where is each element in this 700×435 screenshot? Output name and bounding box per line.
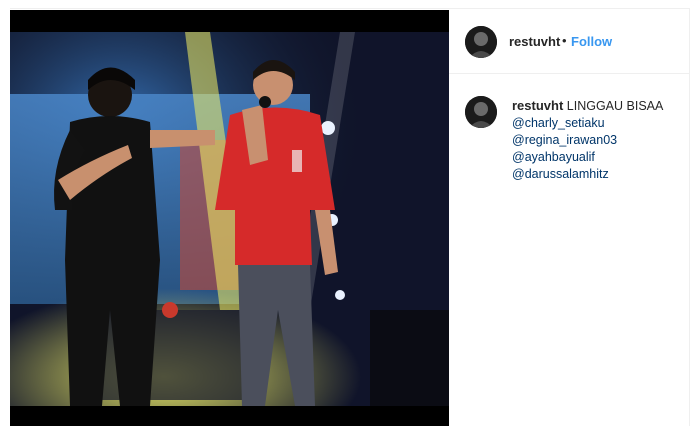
- mention-link[interactable]: @regina_irawan03: [512, 132, 682, 149]
- mention-link[interactable]: @charly_setiaku: [512, 115, 682, 132]
- frame-border-top: [10, 8, 690, 9]
- caption-text: restuvht LINGGAU BISAA @charly_setiaku @…: [512, 97, 682, 183]
- post-header: restuvht • Follow: [449, 10, 689, 74]
- username-link[interactable]: restuvht: [509, 34, 560, 49]
- separator-dot: •: [562, 33, 567, 48]
- caption-body: LINGGAU BISAA: [566, 99, 664, 113]
- avatar[interactable]: [465, 96, 497, 128]
- avatar-image: [465, 26, 497, 58]
- post-photo[interactable]: [10, 10, 449, 426]
- concert-stage-image: [10, 10, 449, 426]
- mention-link[interactable]: @ayahbayualif: [512, 149, 682, 166]
- avatar-image: [465, 96, 497, 128]
- avatar[interactable]: [465, 26, 497, 58]
- mention-link[interactable]: @darussalamhitz: [512, 166, 682, 183]
- frame-border-right: [689, 8, 690, 426]
- follow-button[interactable]: Follow: [571, 34, 612, 49]
- post-side-panel: restuvht • Follow restuvht LINGGAU BISAA…: [449, 10, 689, 426]
- instagram-post-embed: restuvht • Follow restuvht LINGGAU BISAA…: [0, 0, 700, 435]
- caption-username-link[interactable]: restuvht: [512, 98, 563, 113]
